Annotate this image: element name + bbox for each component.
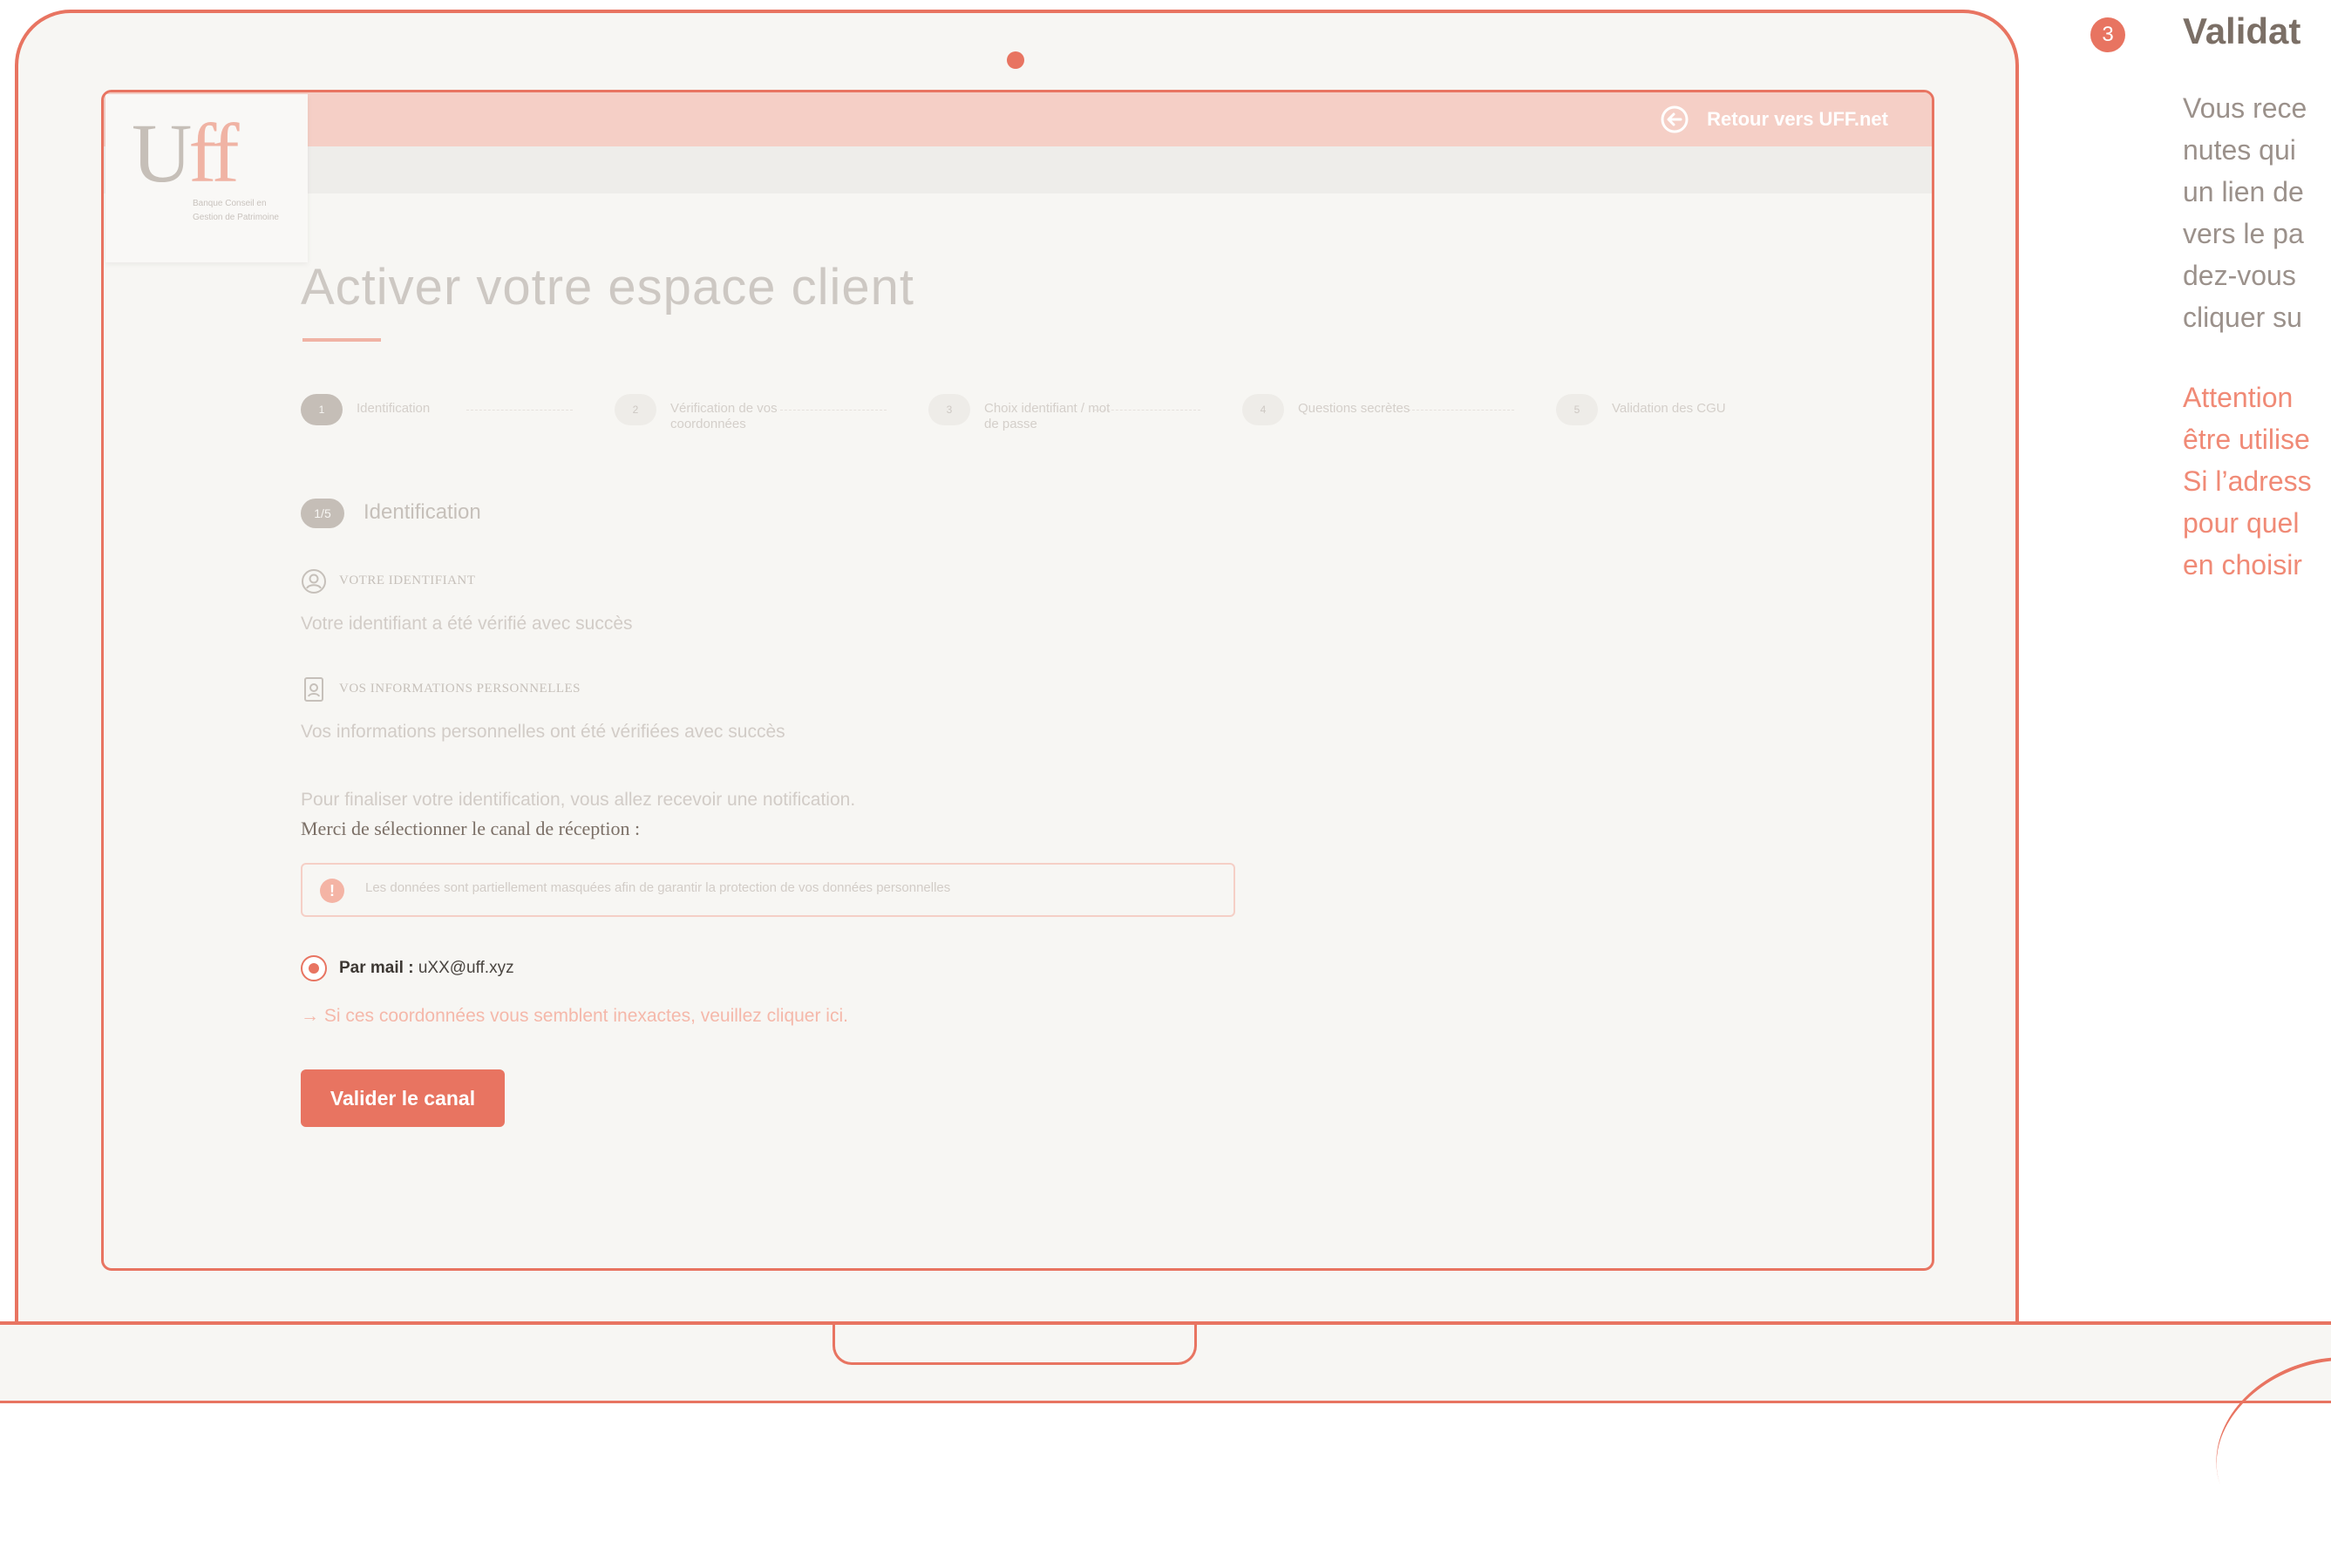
step-3: 3 Choix identifiant / mot de passe xyxy=(928,394,1115,432)
panel-body-line: dez-vous xyxy=(2183,260,2296,291)
panel-warning-line: Attention xyxy=(2183,382,2294,413)
user-icon xyxy=(301,568,327,594)
panel-body-line: un lien de xyxy=(2183,176,2304,207)
logo-tagline: Banque Conseil en Gestion de Patrimoine xyxy=(193,199,279,222)
incorrect-details-link[interactable]: → Si ces coordonnées vous semblent inexa… xyxy=(301,1006,848,1027)
panel-body-line: Vous rece xyxy=(2183,92,2307,124)
mail-radio[interactable] xyxy=(301,955,327,981)
step-label: Vérification de vos coordonnées xyxy=(670,401,778,431)
back-to-uff-link[interactable]: Retour vers UFF.net xyxy=(1660,105,1888,134)
step-number: 4 xyxy=(1242,394,1284,425)
title-underline xyxy=(302,338,381,342)
panel-body-line: nutes qui xyxy=(2183,134,2296,166)
step-label: Validation des CGU xyxy=(1612,401,1726,416)
back-arrow-icon xyxy=(1660,105,1689,134)
step-1: 1 Identification xyxy=(301,394,487,425)
panel-warning-line: en choisir xyxy=(2183,549,2302,580)
radio-email-value: uXX@uff.xyz xyxy=(418,959,514,977)
info-icon: ! xyxy=(320,879,344,903)
section-title: Identification xyxy=(364,500,481,524)
step-2: 2 Vérification de vos coordonnées xyxy=(615,394,801,432)
laptop-notch xyxy=(832,1325,1197,1365)
logo-letters: Uff xyxy=(132,106,240,200)
panel-warning-line: Si l’adress xyxy=(2183,465,2312,497)
id-card-icon xyxy=(301,676,327,703)
identifier-text: Votre identifiant a été vérifié avec suc… xyxy=(301,614,633,634)
uff-logo[interactable]: Uff Banque Conseil en Gestion de Patrimo… xyxy=(105,94,308,262)
panel-heading: Validat xyxy=(2183,10,2301,51)
page-title: Activer votre espace client xyxy=(301,259,914,316)
validate-channel-button[interactable]: Valider le canal xyxy=(301,1069,505,1127)
personal-info-heading: VOS INFORMATIONS PERSONNELLES xyxy=(339,682,581,696)
panel-body: Vous rece nutes qui un lien de vers le p… xyxy=(2183,87,2331,338)
step-number: 1 xyxy=(301,394,343,425)
notice-text: Les données sont partiellement masquées … xyxy=(365,880,951,895)
panel-warning: Attention être utilise Si l’adress pour … xyxy=(2183,377,2331,586)
personal-info-text: Vos informations personnelles ont été vé… xyxy=(301,722,785,742)
panel-warning-line: être utilise xyxy=(2183,424,2310,455)
panel-warning-line: pour quel xyxy=(2183,507,2300,539)
section-badge: 1/5 xyxy=(301,499,344,528)
panel-step-badge: 3 xyxy=(2090,17,2125,52)
progress-stepper: 1 Identification 2 Vérification de vos c… xyxy=(301,394,1835,446)
step-4: 4 Questions secrètes xyxy=(1242,394,1429,425)
step-number: 5 xyxy=(1556,394,1598,425)
mail-radio-label[interactable]: Par mail : uXX@uff.xyz xyxy=(339,959,514,978)
step-label: Choix identifiant / mot de passe xyxy=(984,401,1111,431)
step-5: 5 Validation des CGU xyxy=(1556,394,1743,425)
sub-bar xyxy=(104,146,1932,193)
step-number: 2 xyxy=(615,394,656,425)
app-screen: Retour vers UFF.net Uff Banque Conseil e… xyxy=(101,90,1934,1271)
top-bar: Retour vers UFF.net xyxy=(104,92,1932,146)
channel-prompt: Merci de sélectionner le canal de récept… xyxy=(301,818,641,839)
step-label: Questions secrètes xyxy=(1298,401,1410,416)
camera-dot xyxy=(1007,51,1024,69)
privacy-notice: ! Les données sont partiellement masquée… xyxy=(301,863,1235,917)
identifier-heading: VOTRE IDENTIFIANT xyxy=(339,574,476,587)
panel-body-line: cliquer su xyxy=(2183,302,2302,333)
radio-label-text: Par mail : xyxy=(339,959,414,977)
intro-text: Pour finaliser votre identification, vou… xyxy=(301,790,856,810)
step-number: 3 xyxy=(928,394,970,425)
panel-body-line: vers le pa xyxy=(2183,218,2304,249)
step-label: Identification xyxy=(357,401,431,416)
back-link-label: Retour vers UFF.net xyxy=(1707,108,1888,130)
radio-selected-dot xyxy=(309,963,319,974)
